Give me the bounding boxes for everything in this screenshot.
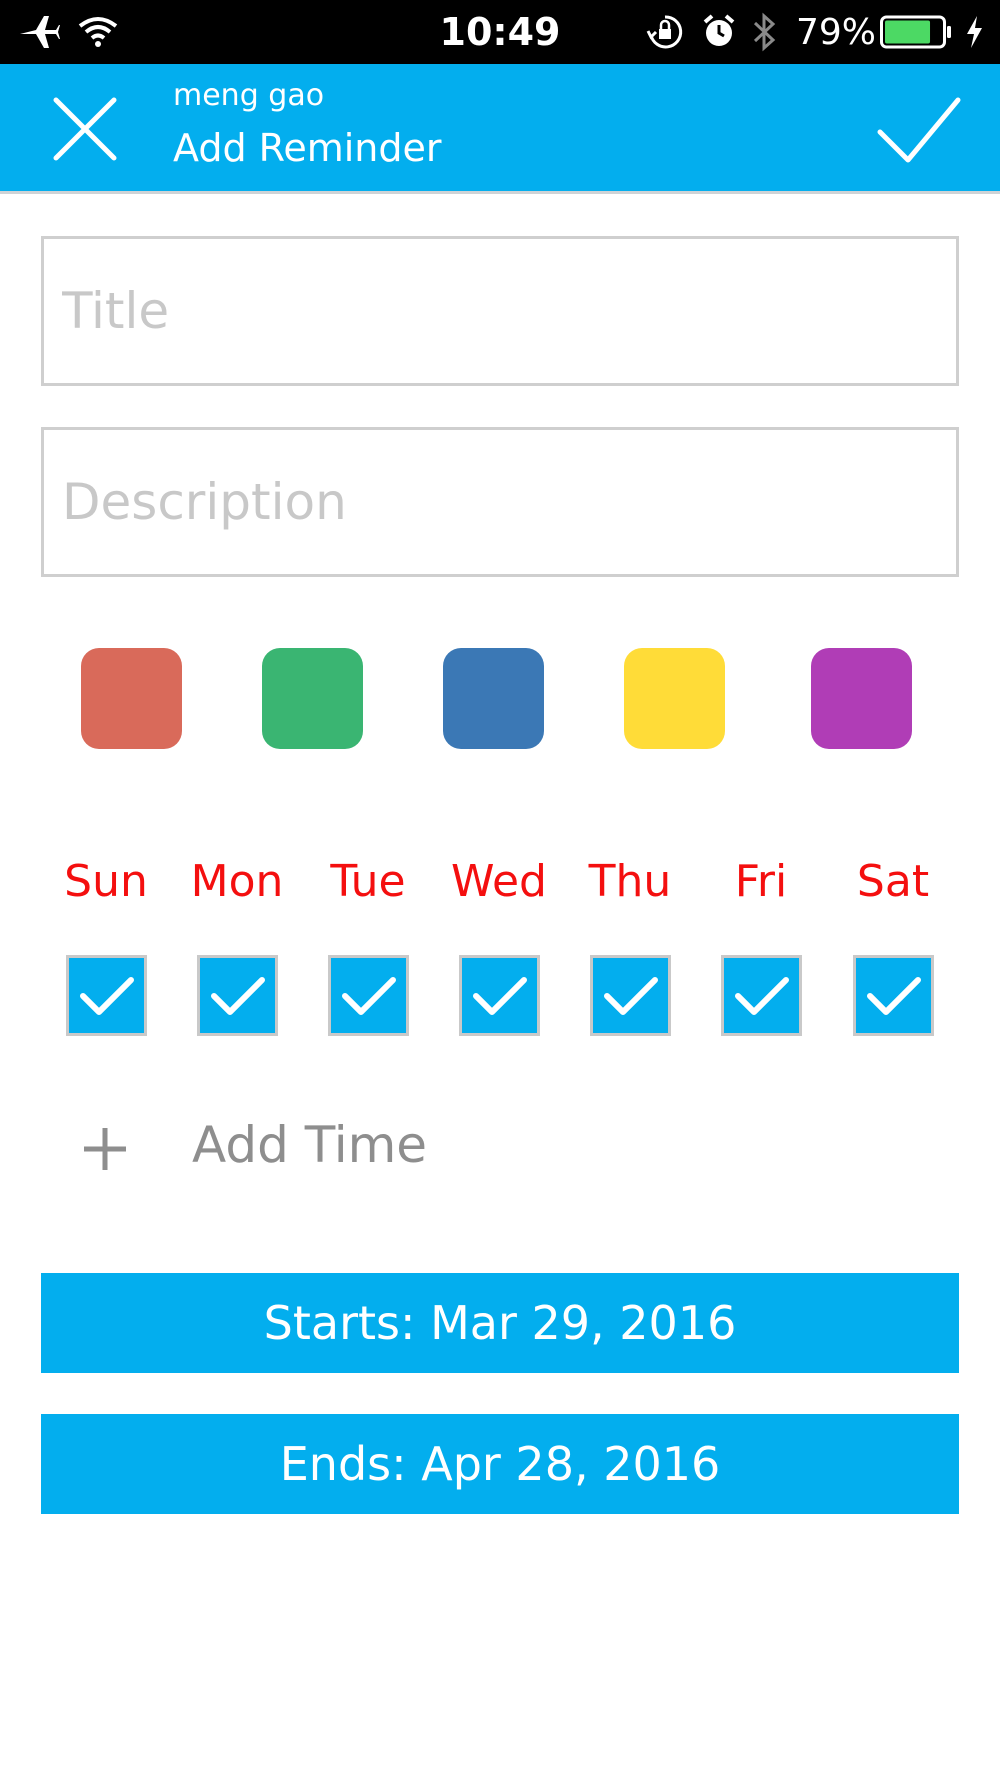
day-checkbox-sat[interactable] <box>853 955 934 1036</box>
day-checkbox-sun[interactable] <box>66 955 147 1036</box>
close-button[interactable] <box>40 84 130 174</box>
day-label-mon: Mon <box>190 856 284 907</box>
day-label-tue: Tue <box>330 856 406 907</box>
save-button[interactable] <box>870 84 970 174</box>
orientation-lock-icon <box>646 0 684 64</box>
day-checkbox-tue[interactable] <box>328 955 409 1036</box>
title-field <box>41 236 959 386</box>
start-date-button[interactable]: Starts: Mar 29, 2016 <box>41 1273 959 1373</box>
color-swatch-blue[interactable] <box>443 648 544 749</box>
check-icon <box>473 977 527 1015</box>
day-label-fri: Fri <box>734 856 788 907</box>
color-swatch-yellow[interactable] <box>624 648 725 749</box>
add-time-label: Add Time <box>192 1116 428 1174</box>
description-input[interactable] <box>44 430 956 574</box>
color-swatch-green[interactable] <box>262 648 363 749</box>
day-label-sat: Sat <box>856 856 930 907</box>
check-icon <box>604 977 658 1015</box>
day-label-wed: Wed <box>451 856 547 907</box>
charging-icon <box>963 0 985 64</box>
day-checkbox-mon[interactable] <box>197 955 278 1036</box>
description-field <box>41 427 959 577</box>
check-icon <box>211 977 265 1015</box>
title-input[interactable] <box>44 239 956 383</box>
color-swatch-purple[interactable] <box>811 648 912 749</box>
checkmark-icon <box>877 97 961 163</box>
close-icon <box>53 97 117 161</box>
day-checkbox-wed[interactable] <box>459 955 540 1036</box>
check-icon <box>80 977 134 1015</box>
alarm-icon <box>702 0 736 64</box>
battery-percent: 79% <box>796 11 877 53</box>
status-bar: 10:49 79% <box>0 0 1000 64</box>
check-icon <box>342 977 396 1015</box>
day-label-sun: Sun <box>64 856 148 907</box>
add-time-button[interactable]: Add Time <box>70 1110 570 1190</box>
account-name: meng gao <box>173 78 325 113</box>
plus-icon <box>84 1128 126 1170</box>
check-icon <box>867 977 921 1015</box>
battery-icon <box>880 0 952 64</box>
color-swatch-red[interactable] <box>81 648 182 749</box>
bluetooth-icon <box>752 0 778 64</box>
page-title: Add Reminder <box>173 126 442 170</box>
check-icon <box>735 977 789 1015</box>
day-checkbox-thu[interactable] <box>590 955 671 1036</box>
day-checkbox-fri[interactable] <box>721 955 802 1036</box>
end-date-button[interactable]: Ends: Apr 28, 2016 <box>41 1414 959 1514</box>
header-bar: meng gao Add Reminder <box>0 64 1000 194</box>
day-label-thu: Thu <box>588 856 672 907</box>
